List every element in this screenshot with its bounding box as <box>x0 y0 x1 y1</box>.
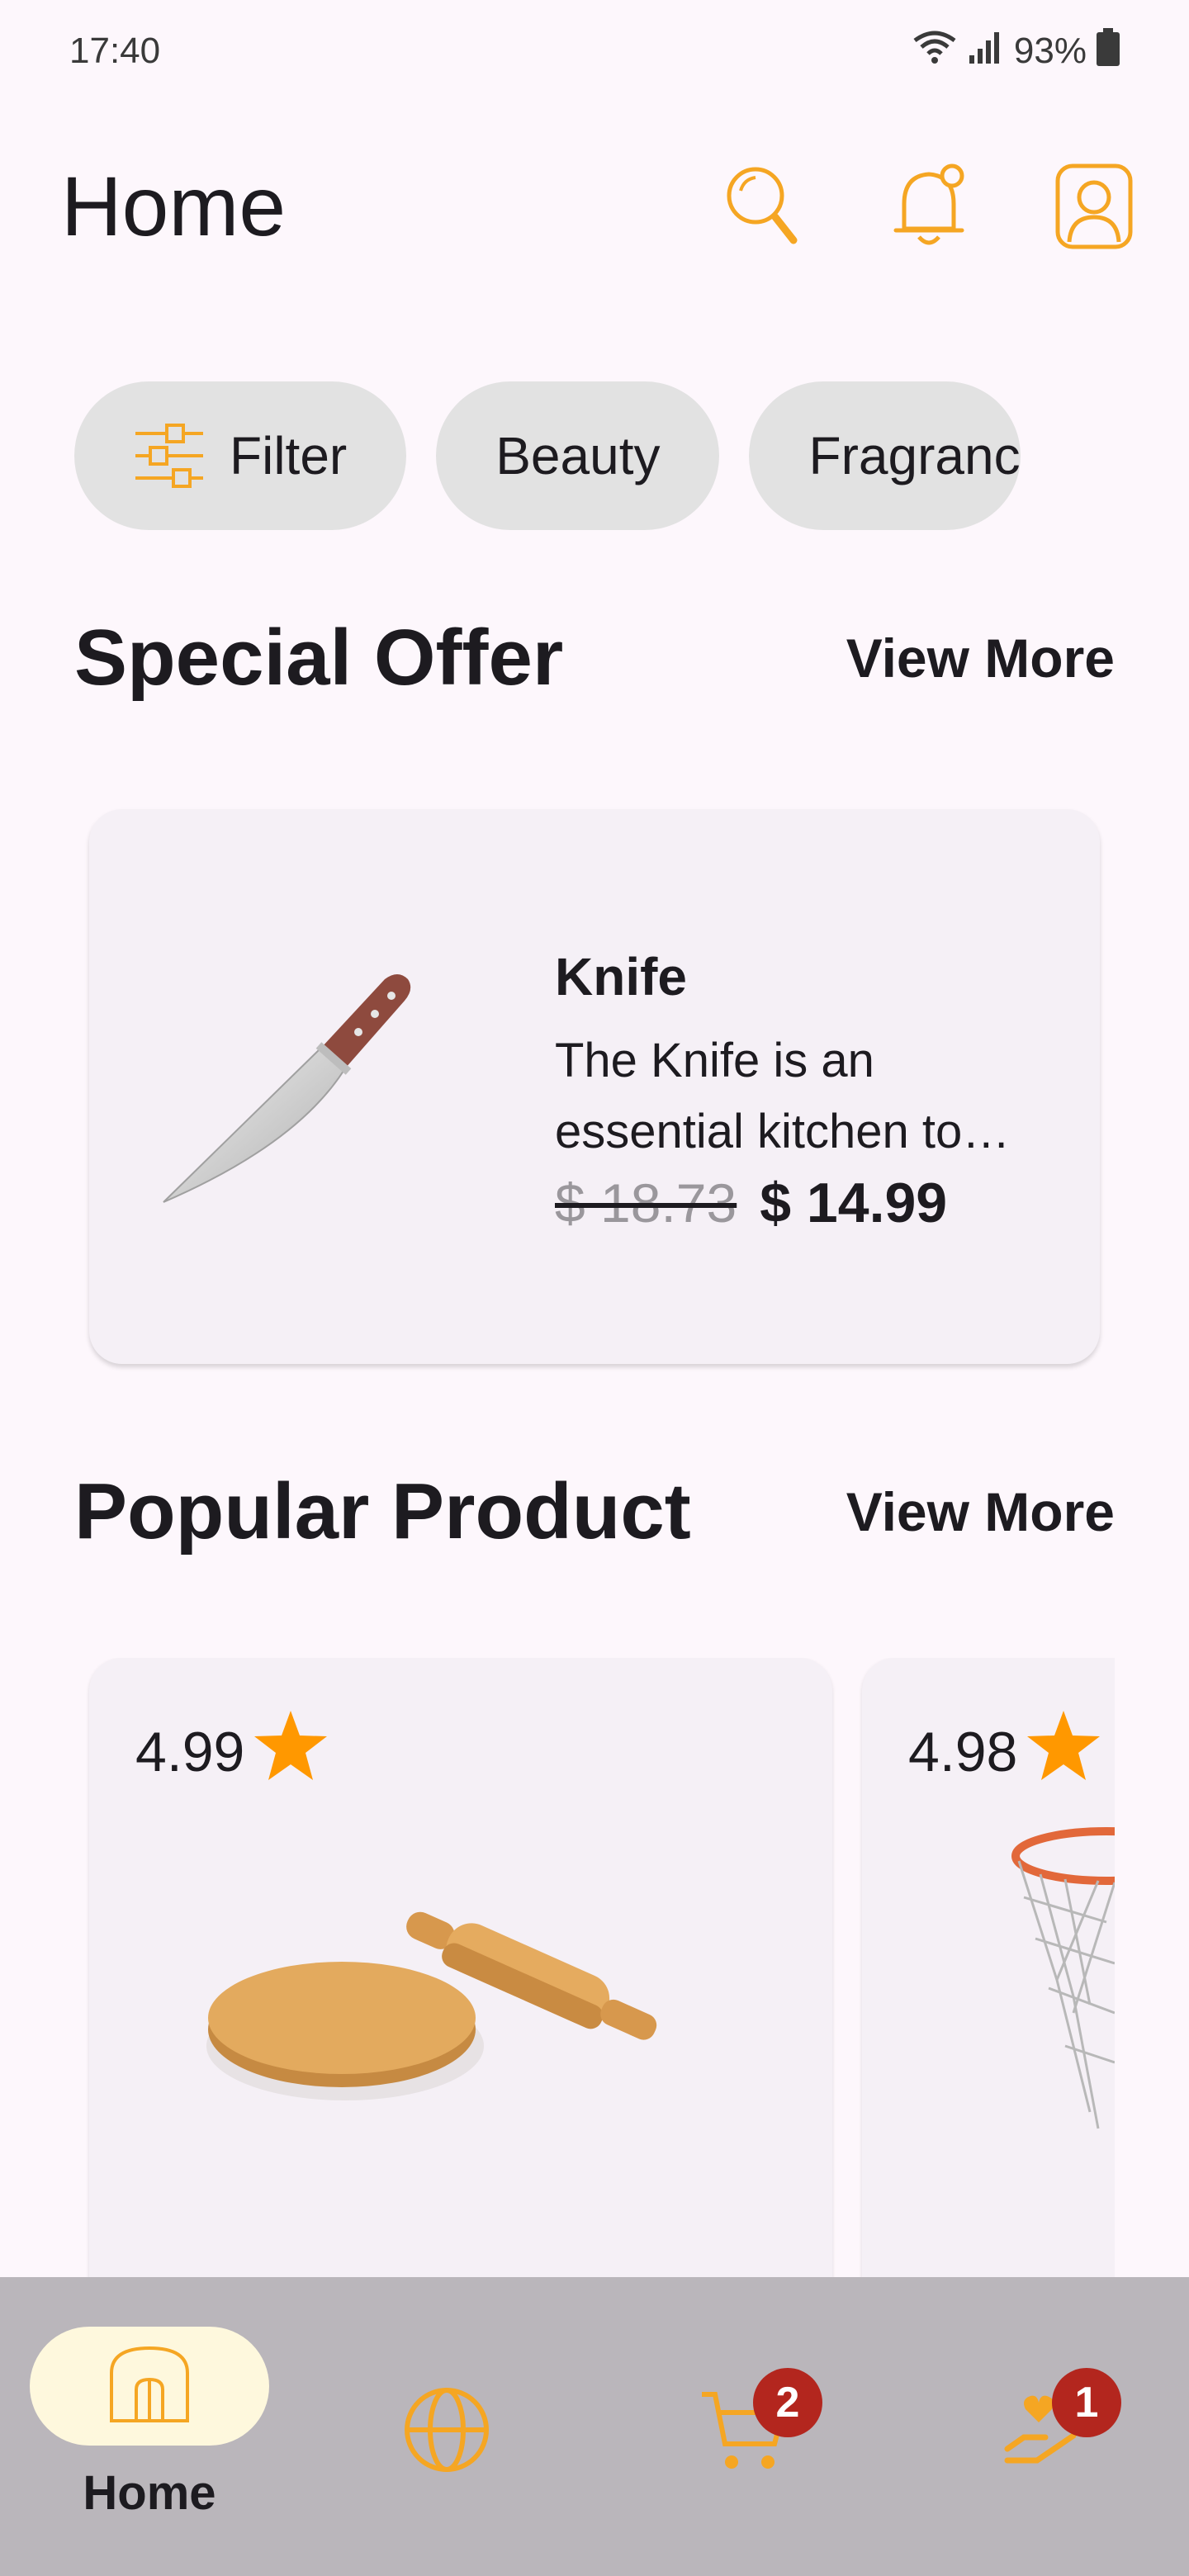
chip-label: Filter <box>230 426 348 485</box>
status-time: 17:40 <box>69 31 161 71</box>
product-description: The Knife is an essential kitchen to… <box>555 1034 1011 1158</box>
app-bar: Home <box>0 124 1189 289</box>
chip-beauty[interactable]: Beauty <box>436 381 720 530</box>
search-icon[interactable] <box>718 161 809 252</box>
chip-label: Fragranc <box>808 426 1021 485</box>
category-chips: Filter Beauty Fragranc <box>0 381 1115 530</box>
basketball-hoop-image <box>1007 1815 1115 2166</box>
chip-fragrance[interactable]: Fragranc <box>749 381 1021 530</box>
rating-value: 4.99 <box>135 1721 245 1783</box>
special-offer-card[interactable]: Knife The Knife is an essential kitchen … <box>89 809 1100 1364</box>
product-card[interactable]: 4.99 <box>89 1658 832 2285</box>
status-icons: 93% <box>912 27 1120 75</box>
original-price: $ 18.73 <box>555 1172 737 1234</box>
section-title: Special Offer <box>74 613 564 702</box>
star-icon <box>1026 1709 1101 1795</box>
popular-products-carousel: 4.99 4.98 <box>0 1658 1115 2285</box>
filter-chip[interactable]: Filter <box>74 381 407 530</box>
wifi-icon <box>912 29 958 74</box>
product-rating: 4.99 <box>135 1709 329 1795</box>
signal-icon <box>968 29 1004 74</box>
product-name: Knife <box>555 947 687 1006</box>
filter-icon <box>134 420 205 491</box>
nav-explore[interactable] <box>401 2384 492 2479</box>
popular-product-header: Popular Product View More <box>74 1466 1115 1557</box>
special-offer-header: Special Offer View More <box>74 613 1115 703</box>
home-icon <box>108 2343 191 2430</box>
nav-home-label: Home <box>83 2466 216 2520</box>
section-title: Popular Product <box>74 1467 691 1556</box>
profile-icon[interactable] <box>1049 161 1139 252</box>
view-more-link[interactable]: View More <box>846 1480 1115 1543</box>
nav-home-indicator <box>30 2327 269 2446</box>
sale-price: $ 14.99 <box>760 1172 948 1234</box>
chip-label: Beauty <box>495 426 661 485</box>
star-icon <box>253 1709 329 1795</box>
knife-image <box>122 809 472 1364</box>
bottom-navigation: Home 2 1 <box>0 2277 1189 2576</box>
product-rating: 4.98 <box>908 1709 1101 1795</box>
cart-badge: 2 <box>753 2368 822 2437</box>
nav-home[interactable]: Home <box>30 2327 269 2521</box>
rating-value: 4.98 <box>908 1721 1018 1783</box>
globe-icon <box>401 2384 492 2479</box>
view-more-link[interactable]: View More <box>846 627 1115 689</box>
page-title: Home <box>61 159 287 253</box>
product-card[interactable]: 4.98 <box>862 1658 1115 2285</box>
battery-percent: 93% <box>1013 31 1087 71</box>
bell-icon[interactable] <box>883 161 974 252</box>
status-bar: 17:40 93% <box>0 0 1189 102</box>
battery-icon <box>1097 27 1120 75</box>
rolling-pin-image <box>205 1873 733 2124</box>
donate-badge: 1 <box>1052 2368 1121 2437</box>
